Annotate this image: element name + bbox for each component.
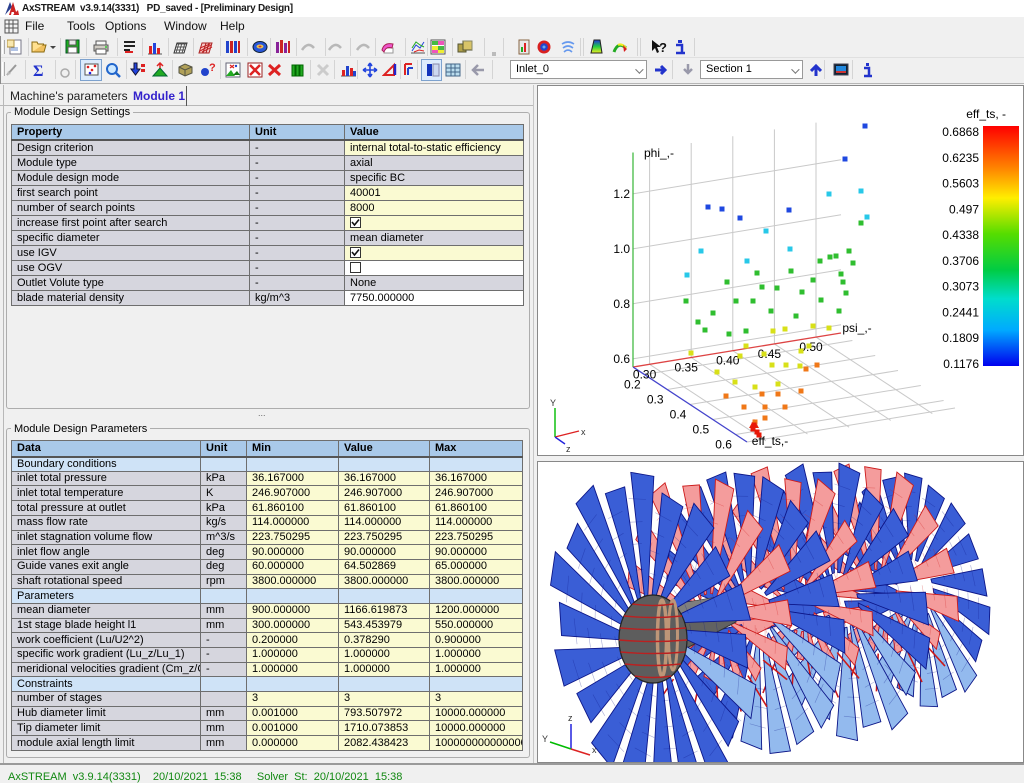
- svg-text:0.35: 0.35: [675, 361, 699, 375]
- svg-text:Y: Y: [542, 734, 548, 744]
- svg-text:0.8: 0.8: [613, 297, 630, 311]
- svg-text:?: ?: [209, 62, 216, 74]
- svg-text:0.5603: 0.5603: [942, 177, 979, 191]
- svg-text:1.0: 1.0: [613, 242, 630, 256]
- svg-text:x: x: [592, 745, 597, 755]
- svg-text:0.45: 0.45: [758, 347, 782, 361]
- svg-text:0.3706: 0.3706: [942, 254, 979, 268]
- svg-text:0.40: 0.40: [716, 354, 740, 368]
- svg-text:0.6235: 0.6235: [942, 151, 979, 165]
- svg-text:Σ: Σ: [33, 63, 43, 78]
- svg-text:phi_,-: phi_,-: [644, 146, 674, 160]
- svg-text:0.1176: 0.1176: [943, 357, 979, 371]
- svg-text:0.4: 0.4: [670, 408, 687, 422]
- svg-text:0.3073: 0.3073: [942, 280, 979, 294]
- svg-text:psi_,-: psi_,-: [842, 321, 871, 335]
- svg-text:0.6868: 0.6868: [942, 125, 979, 139]
- svg-text:0.2441: 0.2441: [942, 305, 979, 319]
- svg-text:0.497: 0.497: [949, 202, 979, 216]
- svg-text:x: x: [581, 427, 586, 437]
- svg-text:0.6: 0.6: [715, 438, 732, 452]
- svg-text:0.3: 0.3: [647, 393, 664, 407]
- svg-text:0.2: 0.2: [624, 378, 641, 392]
- svg-text:0.1809: 0.1809: [942, 331, 979, 345]
- svg-text:0.6: 0.6: [613, 352, 630, 366]
- svg-text:Y: Y: [550, 398, 556, 408]
- svg-text:0.5: 0.5: [692, 423, 709, 437]
- svg-text:z: z: [566, 444, 571, 454]
- svg-text:?: ?: [659, 40, 667, 55]
- svg-text:z: z: [568, 713, 573, 723]
- svg-text:0.4338: 0.4338: [942, 228, 979, 242]
- svg-text:1.2: 1.2: [613, 187, 630, 201]
- svg-text:eff_ts, -: eff_ts, -: [966, 107, 1006, 121]
